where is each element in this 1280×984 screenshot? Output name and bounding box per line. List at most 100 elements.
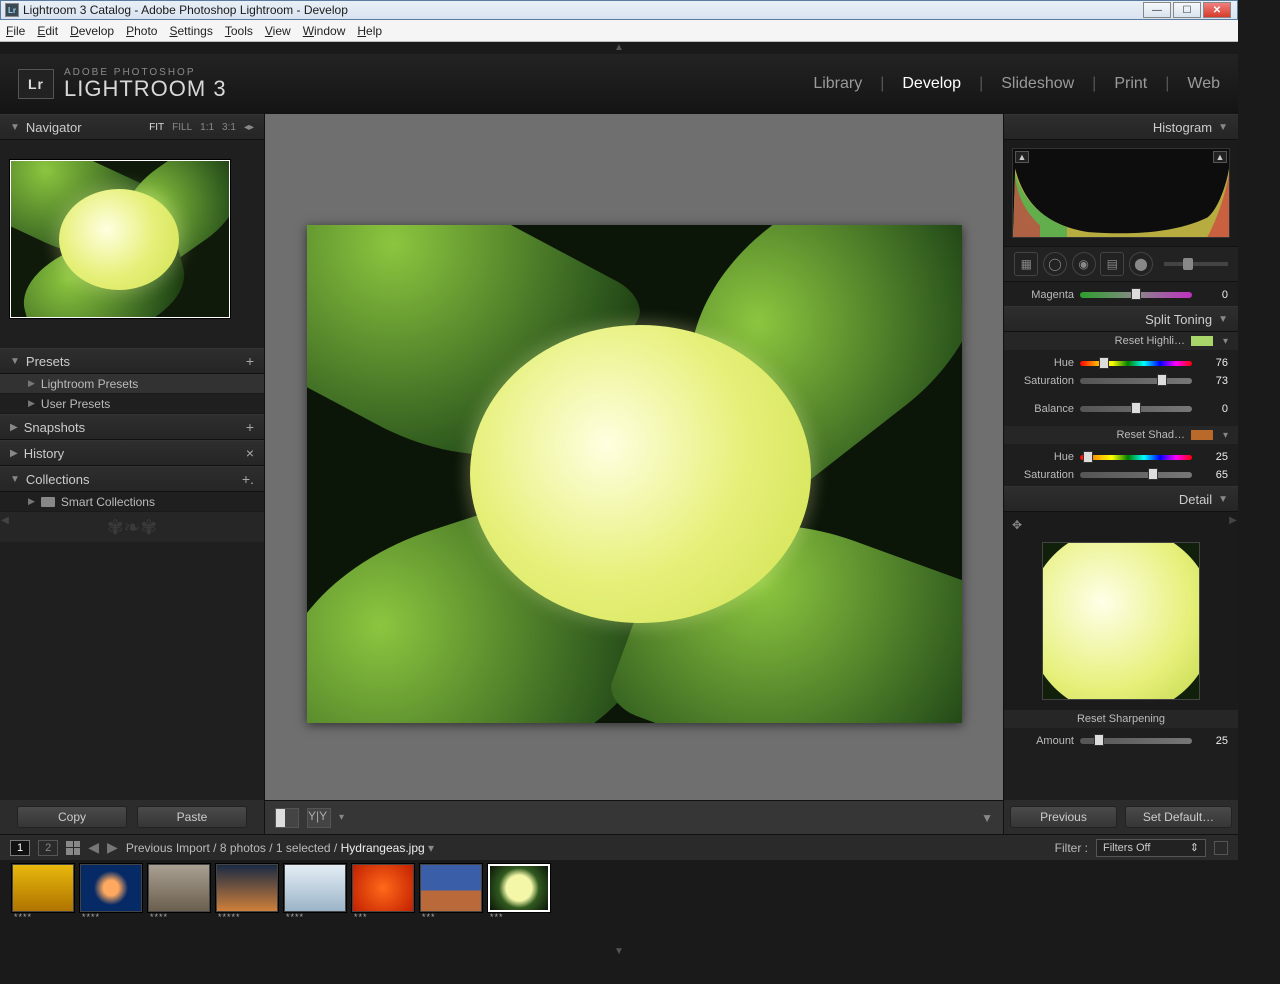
os-menu-develop[interactable]: Develop — [70, 24, 114, 38]
detail-panel-header[interactable]: Detail ▼ — [1004, 486, 1238, 512]
sharpening-amount-slider[interactable] — [1080, 738, 1192, 744]
filmstrip-item-penguins[interactable]: **** — [284, 864, 346, 924]
top-panel-toggle[interactable]: ▲ — [0, 42, 1238, 54]
window-minimize-button[interactable]: — — [1143, 2, 1171, 18]
crop-tool-icon[interactable]: ▦ — [1014, 252, 1038, 276]
adjustment-brush-tool-icon[interactable]: ⬤ — [1129, 252, 1153, 276]
module-web[interactable]: Web — [1187, 75, 1220, 93]
module-slideshow[interactable]: Slideshow — [1001, 75, 1074, 93]
chevron-down-icon[interactable]: ▾ — [1223, 430, 1228, 441]
collection-item[interactable]: ▶ Smart Collections — [0, 492, 264, 512]
filmstrip-item-lighthouse[interactable]: ***** — [216, 864, 278, 924]
highlights-sat-slider[interactable] — [1080, 378, 1192, 384]
filmstrip-item-tulips[interactable]: **** — [12, 864, 74, 924]
history-panel-header[interactable]: ▶ History × — [0, 440, 264, 466]
zoom-3to1[interactable]: 3:1 — [222, 122, 236, 133]
filmstrip-rating[interactable]: **** — [80, 912, 142, 924]
nav-forward-icon[interactable]: ▶ — [107, 839, 118, 856]
filmstrip-item-desert[interactable]: *** — [420, 864, 482, 924]
toolbar-chevron-icon[interactable]: ▾ — [339, 812, 344, 823]
filmstrip-source-path[interactable]: Previous Import / 8 photos / 1 selected … — [126, 841, 434, 855]
chevron-down-icon[interactable]: ▾ — [1223, 336, 1228, 347]
highlights-swatch[interactable] — [1191, 336, 1213, 346]
slider-value[interactable]: 76 — [1198, 357, 1228, 369]
filmstrip-thumbnail[interactable] — [488, 864, 550, 912]
filmstrip-thumbnail[interactable] — [284, 864, 346, 912]
reset-shadows-label[interactable]: Reset Shad… — [1116, 429, 1184, 441]
add-snapshot-icon[interactable]: + — [246, 419, 254, 435]
magenta-slider[interactable] — [1080, 292, 1192, 298]
module-print[interactable]: Print — [1114, 75, 1147, 93]
snapshots-panel-header[interactable]: ▶ Snapshots + — [0, 414, 264, 440]
brush-size-slider[interactable] — [1164, 262, 1228, 266]
previous-button[interactable]: Previous — [1010, 806, 1117, 828]
filter-dropdown[interactable]: Filters Off⇕ — [1096, 839, 1206, 857]
redeye-tool-icon[interactable]: ◉ — [1072, 252, 1096, 276]
navigator-panel-header[interactable]: ▼ Navigator FITFILL1:13:1 ◂▸ — [0, 114, 264, 140]
preset-folder[interactable]: ▶User Presets — [0, 394, 264, 414]
left-panel-toggle[interactable]: ◀ — [0, 500, 10, 540]
add-preset-icon[interactable]: + — [246, 353, 254, 369]
collections-panel-header[interactable]: ▼ Collections +. — [0, 466, 264, 492]
right-panel-toggle[interactable]: ▶ — [1228, 500, 1238, 540]
slider-value[interactable]: 25 — [1198, 451, 1228, 463]
graduated-filter-tool-icon[interactable]: ▤ — [1100, 252, 1124, 276]
spot-removal-tool-icon[interactable]: ◯ — [1043, 252, 1067, 276]
filmstrip-item-chrysanthemum[interactable]: *** — [352, 864, 414, 924]
filmstrip-rating[interactable]: *** — [420, 912, 482, 924]
paste-settings-button[interactable]: Paste — [137, 806, 247, 828]
filmstrip-rating[interactable]: *** — [488, 912, 550, 924]
zoom-1to1[interactable]: 1:1 — [200, 122, 214, 133]
main-image[interactable] — [307, 225, 962, 723]
filmstrip-thumbnail[interactable] — [80, 864, 142, 912]
detail-preview-thumbnail[interactable] — [1042, 542, 1200, 700]
zoom-stepper-icon[interactable]: ◂▸ — [244, 122, 254, 133]
histogram-chart[interactable]: ▲ ▲ — [1012, 148, 1230, 238]
shadows-sat-slider[interactable] — [1080, 472, 1192, 478]
os-menu-edit[interactable]: Edit — [37, 24, 58, 38]
window-close-button[interactable]: ✕ — [1203, 2, 1231, 18]
shadows-swatch[interactable] — [1191, 430, 1213, 440]
presets-panel-header[interactable]: ▼ Presets + — [0, 348, 264, 374]
filmstrip-thumbnail[interactable] — [420, 864, 482, 912]
slider-value[interactable]: 65 — [1198, 469, 1228, 481]
os-menu-file[interactable]: File — [6, 24, 25, 38]
add-collection-icon[interactable]: +. — [242, 471, 254, 487]
os-menu-photo[interactable]: Photo — [126, 24, 157, 38]
split-toning-panel-header[interactable]: Split Toning ▼ — [1004, 306, 1238, 332]
filmstrip-item-jellyfish[interactable]: **** — [80, 864, 142, 924]
detail-target-icon[interactable]: ✥ — [1012, 518, 1022, 532]
zoom-fill[interactable]: FILL — [172, 122, 192, 133]
filmstrip-thumbnail[interactable] — [216, 864, 278, 912]
grid-view-icon[interactable] — [66, 841, 80, 855]
bottom-panel-toggle[interactable]: ▼ — [0, 946, 1238, 958]
os-menu-tools[interactable]: Tools — [225, 24, 253, 38]
set-default-button[interactable]: Set Default… — [1125, 806, 1232, 828]
shadows-hue-slider[interactable] — [1080, 455, 1192, 460]
filmstrip-rating[interactable]: **** — [12, 912, 74, 924]
module-library[interactable]: Library — [813, 75, 862, 93]
zoom-fit[interactable]: FIT — [149, 122, 164, 133]
primary-display-button[interactable]: 1 — [10, 840, 30, 856]
slider-value[interactable]: 0 — [1198, 289, 1228, 301]
nav-back-icon[interactable]: ◀ — [88, 839, 99, 856]
canvas-area[interactable]: Y|Y ▾ ▼ — [265, 114, 1003, 834]
filmstrip-thumbnail[interactable] — [12, 864, 74, 912]
highlights-hue-slider[interactable] — [1080, 361, 1192, 366]
reset-highlights-label[interactable]: Reset Highli… — [1115, 335, 1185, 347]
filmstrip-item-hydrangeas[interactable]: *** — [488, 864, 550, 924]
filter-lock-icon[interactable] — [1214, 841, 1228, 855]
filmstrip-item-koala[interactable]: **** — [148, 864, 210, 924]
clear-history-icon[interactable]: × — [246, 445, 254, 461]
filmstrip-rating[interactable]: *** — [352, 912, 414, 924]
slider-value[interactable]: 73 — [1198, 375, 1228, 387]
os-menu-window[interactable]: Window — [303, 24, 346, 38]
slider-value[interactable]: 0 — [1198, 403, 1228, 415]
preset-folder[interactable]: ▶Lightroom Presets — [0, 374, 264, 394]
slider-value[interactable]: 25 — [1198, 735, 1228, 747]
filmstrip-rating[interactable]: **** — [284, 912, 346, 924]
filmstrip-thumbnail[interactable] — [148, 864, 210, 912]
loupe-view-button[interactable] — [275, 808, 299, 828]
histogram-panel-header[interactable]: Histogram ▼ — [1004, 114, 1238, 140]
toolbar-options-chevron-icon[interactable]: ▼ — [981, 811, 993, 825]
